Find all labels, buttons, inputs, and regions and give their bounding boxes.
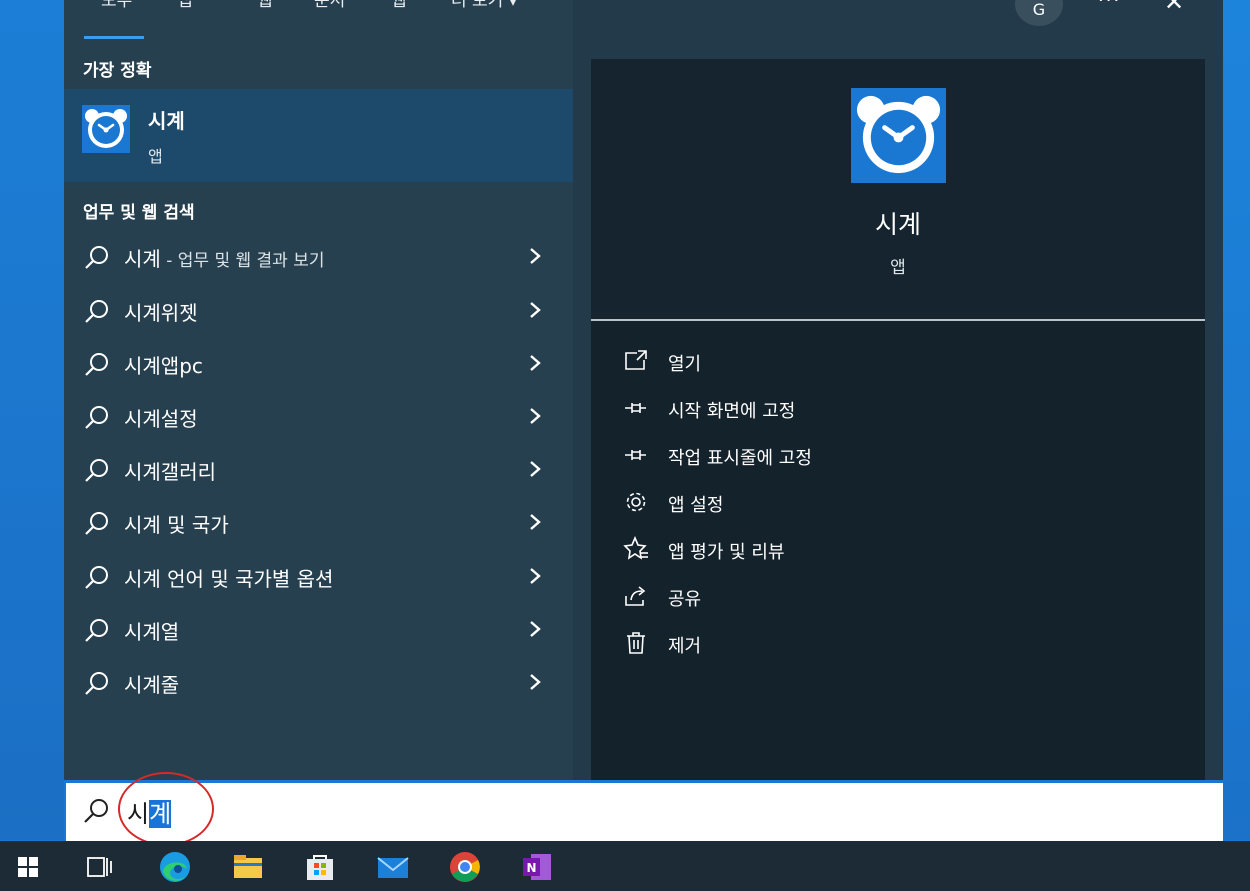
search-icon bbox=[85, 672, 108, 695]
search-suggestion[interactable]: 시계위젯 bbox=[64, 285, 573, 338]
chevron-right-icon bbox=[530, 674, 541, 690]
search-suggestion[interactable]: 시계 언어 및 국가별 옵션 bbox=[64, 551, 573, 604]
search-icon bbox=[85, 566, 108, 589]
chevron-right-icon bbox=[530, 621, 541, 637]
tab-web[interactable]: 웹 bbox=[257, 0, 273, 11]
search-suggestion[interactable]: 시계설정 bbox=[64, 391, 573, 444]
action-label: 공유 bbox=[668, 589, 702, 610]
tab-apps[interactable]: 앱 bbox=[177, 0, 193, 11]
best-match-item[interactable]: 시계 앱 bbox=[64, 89, 573, 182]
chevron-right-icon bbox=[530, 568, 541, 584]
tab-documents[interactable]: 문서 bbox=[314, 0, 345, 11]
suggestion-text: 시계열 bbox=[124, 620, 180, 644]
suggestion-text: 시계설정 bbox=[124, 407, 198, 431]
app-preview-panel: 시계 앱 열기 시작 화면에 고정 작업 표시줄에 고정 앱 설정 앱 평가 및… bbox=[591, 59, 1205, 780]
search-suggestion[interactable]: 시계열 bbox=[64, 604, 573, 657]
svg-text:N: N bbox=[526, 861, 536, 875]
mail-icon[interactable] bbox=[375, 849, 411, 885]
file-explorer-icon[interactable] bbox=[230, 849, 266, 885]
action-label: 열기 bbox=[668, 354, 702, 375]
search-panel: 모두 앱 웹 문서 웹 더 보기 ▾ G ··· ✕ 가장 정확 시계 앱 업무… bbox=[64, 0, 1223, 780]
desktop-background-left bbox=[0, 0, 64, 840]
search-suggestion[interactable]: 시계줄 bbox=[64, 657, 573, 710]
windows-start-icon[interactable] bbox=[10, 849, 46, 885]
action-pin-taskbar[interactable]: 작업 표시줄에 고정 bbox=[623, 438, 1183, 478]
action-app-settings[interactable]: 앱 설정 bbox=[623, 485, 1183, 525]
action-open[interactable]: 열기 bbox=[623, 344, 1183, 384]
task-view-icon[interactable] bbox=[81, 849, 117, 885]
search-icon bbox=[85, 512, 108, 535]
tab-all[interactable]: 모두 bbox=[101, 0, 132, 11]
chrome-icon[interactable] bbox=[447, 849, 483, 885]
preview-type: 앱 bbox=[890, 258, 906, 278]
clock-app-icon bbox=[851, 88, 946, 183]
clock-app-icon bbox=[82, 105, 130, 153]
taskbar: N bbox=[0, 841, 1250, 891]
divider bbox=[591, 319, 1205, 321]
tab-bar: 모두 앱 웹 문서 웹 더 보기 ▾ G ··· ✕ bbox=[64, 0, 1223, 44]
more-options-icon[interactable]: ··· bbox=[1098, 0, 1121, 11]
preview-title: 시계 bbox=[874, 210, 921, 239]
action-label: 제거 bbox=[668, 636, 702, 657]
tab-web-2[interactable]: 웹 bbox=[391, 0, 407, 11]
best-match-title: 시계 bbox=[148, 109, 185, 133]
share-icon bbox=[625, 586, 646, 606]
tab-more-label: 더 보기 bbox=[451, 0, 504, 11]
suggestion-text: 시계 bbox=[124, 247, 161, 271]
best-match-header: 가장 정확 bbox=[83, 61, 152, 81]
action-label: 앱 평가 및 리뷰 bbox=[668, 542, 785, 563]
action-share[interactable]: 공유 bbox=[623, 579, 1183, 619]
gear-icon bbox=[626, 492, 646, 512]
action-rate-review[interactable]: 앱 평가 및 리뷰 bbox=[623, 532, 1183, 572]
chevron-right-icon bbox=[530, 248, 541, 264]
suggestion-text: 시계줄 bbox=[124, 673, 180, 697]
chevron-right-icon bbox=[530, 408, 541, 424]
action-label: 앱 설정 bbox=[668, 495, 724, 516]
onenote-icon[interactable]: N bbox=[519, 849, 555, 885]
active-tab-indicator bbox=[84, 36, 144, 39]
search-icon bbox=[85, 406, 108, 429]
suggestion-text: 시계갤러리 bbox=[124, 460, 216, 484]
search-icon bbox=[85, 619, 108, 642]
chevron-right-icon bbox=[530, 302, 541, 318]
open-icon bbox=[625, 350, 647, 370]
suggestion-text: 시계 언어 및 국가별 옵션 bbox=[124, 567, 334, 591]
search-box[interactable]: 시계 bbox=[66, 781, 1223, 841]
trash-icon bbox=[627, 632, 645, 654]
search-icon bbox=[84, 799, 108, 823]
store-icon[interactable] bbox=[302, 849, 338, 885]
suggestion-text: 시계 및 국가 bbox=[124, 513, 229, 537]
pin-icon bbox=[625, 403, 646, 413]
search-suggestion[interactable]: 시계앱pc bbox=[64, 338, 573, 391]
search-icon bbox=[85, 246, 108, 269]
pin-icon bbox=[625, 450, 646, 460]
search-suggestion[interactable]: 시계갤러리 bbox=[64, 444, 573, 497]
chevron-right-icon bbox=[530, 514, 541, 530]
edge-icon[interactable] bbox=[157, 849, 193, 885]
web-search-header: 업무 및 웹 검색 bbox=[83, 203, 195, 223]
action-uninstall[interactable]: 제거 bbox=[623, 626, 1183, 666]
action-pin-start[interactable]: 시작 화면에 고정 bbox=[623, 391, 1183, 431]
action-label: 작업 표시줄에 고정 bbox=[668, 448, 812, 469]
tab-more[interactable]: 더 보기 ▾ bbox=[451, 0, 517, 11]
close-icon[interactable]: ✕ bbox=[1164, 0, 1184, 16]
suggestion-text: 시계위젯 bbox=[124, 301, 198, 325]
search-icon bbox=[85, 459, 108, 482]
star-icon bbox=[623, 536, 648, 560]
desktop-background-right bbox=[1223, 0, 1250, 840]
best-match-type: 앱 bbox=[148, 147, 163, 166]
avatar[interactable]: G bbox=[1015, 0, 1063, 26]
annotation-circle bbox=[118, 772, 214, 846]
search-suggestion[interactable]: 시계 - 업무 및 웹 결과 보기 bbox=[64, 231, 573, 284]
chevron-right-icon bbox=[530, 355, 541, 371]
search-icon bbox=[85, 353, 108, 376]
search-suggestion[interactable]: 시계 및 국가 bbox=[64, 497, 573, 550]
suggestion-text: 시계앱pc bbox=[124, 354, 203, 378]
search-icon bbox=[85, 300, 108, 323]
chevron-right-icon bbox=[530, 461, 541, 477]
chevron-down-icon: ▾ bbox=[508, 0, 518, 11]
suggestion-suffix: - 업무 및 웹 결과 보기 bbox=[160, 251, 325, 271]
action-label: 시작 화면에 고정 bbox=[668, 401, 796, 422]
